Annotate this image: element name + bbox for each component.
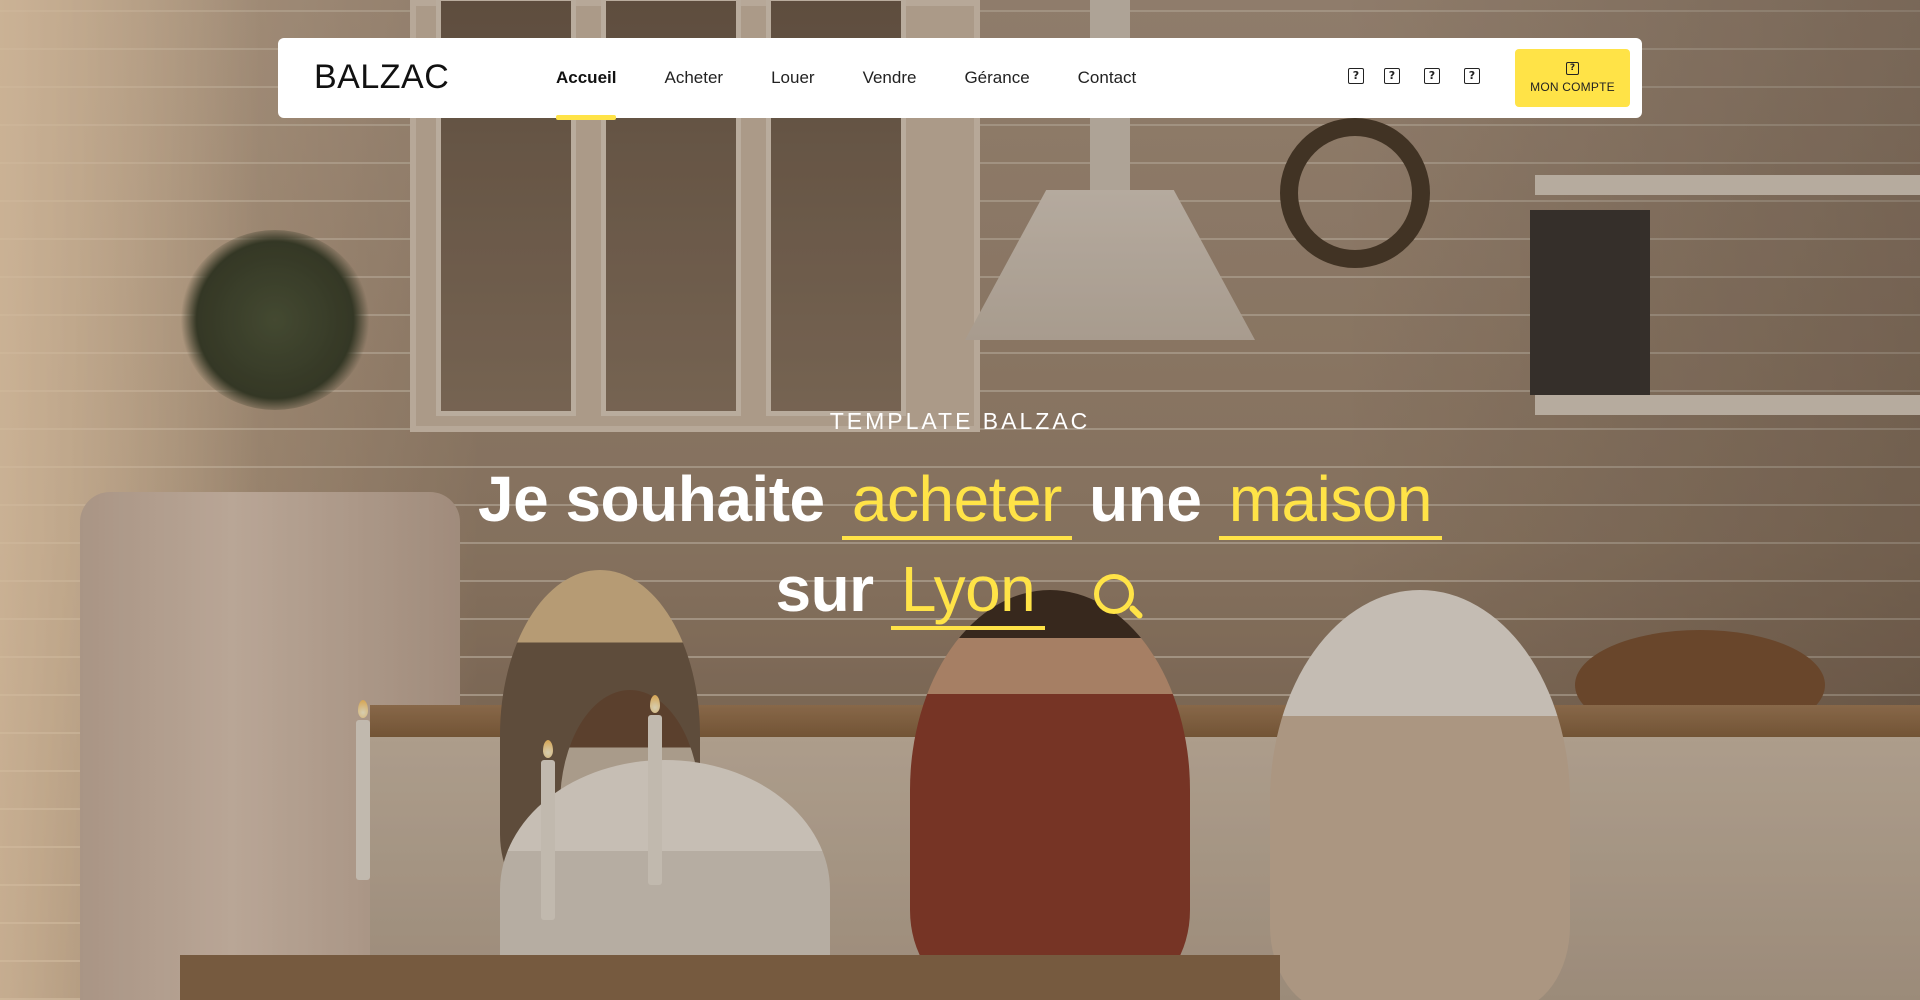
nav-item-accueil[interactable]: Accueil xyxy=(556,38,617,120)
hero-text-je-souhaite: Je souhaite xyxy=(477,463,825,535)
header-icon-3[interactable]: ? xyxy=(1424,68,1440,84)
nav-item-louer[interactable]: Louer xyxy=(771,38,814,118)
action-select[interactable]: acheter xyxy=(841,462,1072,540)
hero-text-une: une xyxy=(1089,463,1202,535)
header-icon-4[interactable]: ? xyxy=(1464,68,1480,84)
nav-item-acheter[interactable]: Acheter xyxy=(664,38,723,118)
search-icon[interactable] xyxy=(1091,571,1145,625)
property-type-select[interactable]: maison xyxy=(1218,462,1443,540)
hero-eyebrow: TEMPLATE BALZAC xyxy=(829,408,1091,434)
hero-sentence-line-2: sur Lyon xyxy=(0,552,1920,630)
brand-logo[interactable]: BALZAC xyxy=(314,58,449,97)
hero-text-sur: sur xyxy=(775,553,874,625)
nav-item-gerance[interactable]: Gérance xyxy=(964,38,1029,118)
my-account-button[interactable]: ? MON COMPTE xyxy=(1515,49,1630,107)
header-icon-1[interactable]: ? xyxy=(1348,68,1364,84)
nav-item-contact[interactable]: Contact xyxy=(1078,38,1137,118)
account-icon: ? xyxy=(1566,62,1579,75)
city-input[interactable]: Lyon xyxy=(890,552,1046,630)
nav-item-vendre[interactable]: Vendre xyxy=(863,38,917,118)
main-nav: Accueil Acheter Louer Vendre Gérance Con… xyxy=(556,38,1184,120)
my-account-label: MON COMPTE xyxy=(1530,80,1615,94)
header-icon-group: ? ? ? ? xyxy=(1348,68,1500,84)
site-header: BALZAC Accueil Acheter Louer Vendre Géra… xyxy=(278,38,1642,120)
header-icon-2[interactable]: ? xyxy=(1384,68,1400,84)
hero-sentence-line-1: Je souhaite acheter une maison xyxy=(0,462,1920,540)
